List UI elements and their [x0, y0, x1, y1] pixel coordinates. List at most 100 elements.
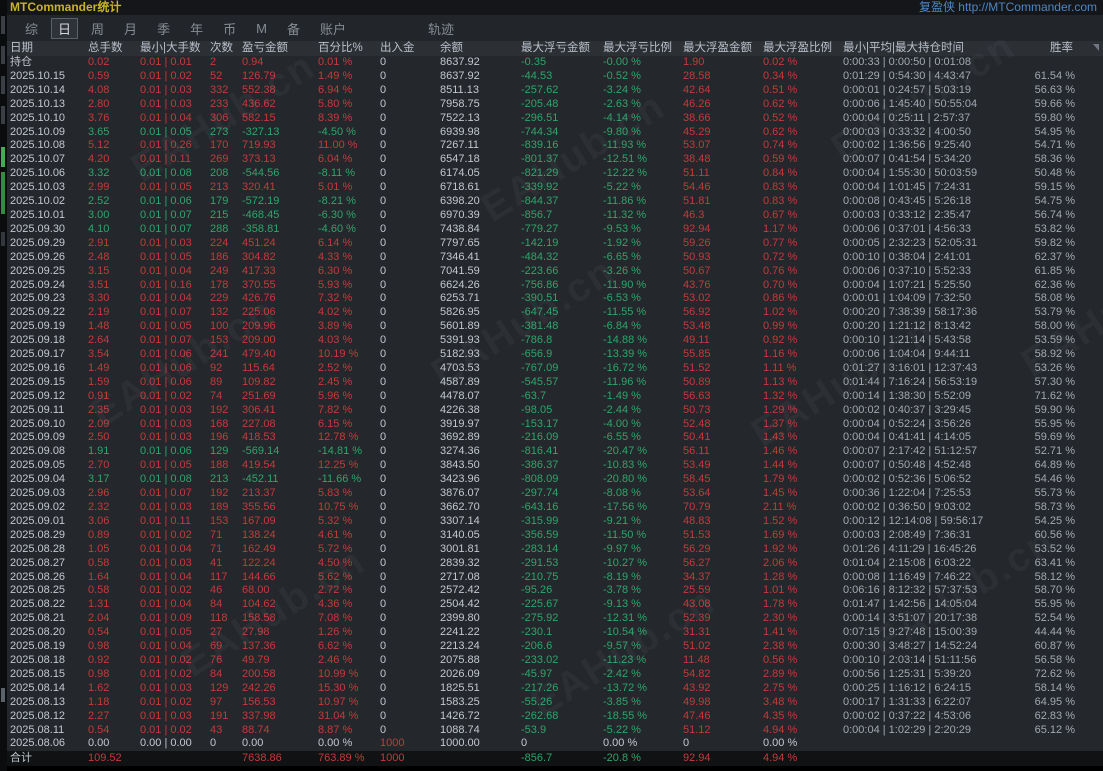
cell: 2.99: [88, 181, 110, 194]
tab-M[interactable]: M: [249, 20, 274, 37]
cell: 2025.10.07: [10, 153, 66, 166]
table-row[interactable]: 2025.09.29 2.91 0.01 | 0.03 224 451.24 6.14 %…: [0, 237, 1103, 251]
cell: 6939.98: [440, 125, 480, 138]
table-row[interactable]: 2025.08.21 2.04 0.01 | 0.09 118 158.58 7.08 %…: [0, 612, 1103, 626]
tab-备[interactable]: 备: [280, 18, 307, 39]
total-row[interactable]: 合计 109.52 7638.86 763.89 % 1000 -856.7 -20.8 %…: [0, 751, 1103, 767]
table-row[interactable]: 2025.08.22 1.31 0.01 | 0.04 84 104.62 4.36 % 0…: [0, 598, 1103, 612]
table-row[interactable]: 2025.09.22 2.19 0.01 | 0.07 132 225.06 4.02 %…: [0, 306, 1103, 320]
table-row[interactable]: 2025.10.02 2.52 0.01 | 0.06 179 -572.19 -8.21…: [0, 195, 1103, 209]
table-row[interactable]: 2025.09.05 2.70 0.01 | 0.05 188 419.54 12.25 …: [0, 459, 1103, 473]
table-row[interactable]: 2025.08.25 0.58 0.01 | 0.02 46 68.00 2.72 % 0 2…: [0, 584, 1103, 598]
tab-月[interactable]: 月: [117, 18, 144, 39]
column-header[interactable]: 次数: [210, 41, 242, 56]
table-row[interactable]: 2025.09.15 1.59 0.01 | 0.06 89 109.82 2.45 % 0…: [0, 376, 1103, 390]
cell: 4.50 %: [318, 556, 353, 569]
table-row[interactable]: 2025.10.15 0.59 0.01 | 0.02 52 126.79 1.49 % 0…: [0, 70, 1103, 84]
cell: 59.80 %: [1034, 111, 1075, 124]
cell: 58.08 %: [1034, 292, 1075, 305]
cell: 0: [380, 570, 387, 583]
table-row[interactable]: 2025.08.14 1.62 0.01 | 0.03 129 242.26 15.30 …: [0, 682, 1103, 696]
table-row[interactable]: 2025.09.25 3.15 0.01 | 0.04 249 417.33 6.30 %…: [0, 265, 1103, 279]
column-header[interactable]: 百分比%: [318, 41, 380, 56]
table-row[interactable]: 2025.09.08 1.91 0.01 | 0.06 129 -569.14 -14.8…: [0, 445, 1103, 459]
tab-季[interactable]: 季: [150, 18, 177, 39]
table-row[interactable]: 2025.08.06 0.00 0.00 | 0.00 0 0.00 0.00 % 1000…: [0, 737, 1103, 751]
table-row[interactable]: 2025.09.11 2.35 0.01 | 0.03 192 306.41 7.82 %…: [0, 404, 1103, 418]
table-row[interactable]: 2025.10.13 2.80 0.01 | 0.03 233 436.62 5.80 %…: [0, 98, 1103, 112]
table-row[interactable]: 2025.08.29 0.89 0.01 | 0.02 71 138.24 4.61 % 0…: [0, 529, 1103, 543]
table-row[interactable]: 2025.08.18 0.92 0.01 | 0.02 76 49.79 2.46 % 0 2…: [0, 654, 1103, 668]
cell: 0: [380, 556, 387, 569]
column-header[interactable]: 最小|大手数: [140, 41, 210, 56]
table-row[interactable]: 2025.08.28 1.05 0.01 | 0.04 71 162.49 5.72 % 0…: [0, 543, 1103, 557]
table-row[interactable]: 2025.10.06 3.32 0.01 | 0.08 208 -544.56 -8.11…: [0, 167, 1103, 181]
cell: 5.72 %: [318, 542, 353, 555]
table-row[interactable]: 2025.09.16 1.49 0.01 | 0.06 92 115.64 2.52 % 0…: [0, 362, 1103, 376]
table-row[interactable]: 2025.08.27 0.58 0.01 | 0.03 41 122.24 4.50 % 0…: [0, 557, 1103, 571]
column-header[interactable]: 最大浮亏金额: [521, 41, 603, 56]
column-header[interactable]: 最大浮盈金额: [683, 41, 763, 56]
table-row[interactable]: 2025.10.03 2.99 0.01 | 0.05 213 320.41 5.01 %…: [0, 181, 1103, 195]
table-row[interactable]: 2025.09.03 2.96 0.01 | 0.07 192 213.37 5.83 %…: [0, 487, 1103, 501]
table-row[interactable]: 2025.09.02 2.32 0.01 | 0.03 189 355.56 10.75 …: [0, 501, 1103, 515]
table-row[interactable]: 2025.09.04 3.17 0.01 | 0.08 213 -452.11 -11.6…: [0, 473, 1103, 487]
table-row[interactable]: 2025.09.01 3.06 0.01 | 0.11 153 167.09 5.32 %…: [0, 515, 1103, 529]
table-row[interactable]: 2025.09.23 3.30 0.01 | 0.04 229 426.76 7.32 %…: [0, 292, 1103, 306]
table-row[interactable]: 2025.10.01 3.00 0.01 | 0.07 215 -468.45 -6.30…: [0, 209, 1103, 223]
table-row[interactable]: 2025.09.19 1.48 0.01 | 0.05 100 209.96 3.89 %…: [0, 320, 1103, 334]
table-row[interactable]: 2025.08.15 0.98 0.01 | 0.02 84 200.58 10.99 %…: [0, 668, 1103, 682]
tab-周[interactable]: 周: [84, 18, 111, 39]
cell: 15.30 %: [318, 681, 359, 694]
table-row[interactable]: 持仓 0.02 0.01 | 0.01 2 0.94 0.01 % 0 8637.92 -0.3…: [0, 56, 1103, 70]
table-row[interactable]: 2025.08.19 0.98 0.01 | 0.04 69 137.36 6.62 % 0…: [0, 640, 1103, 654]
table-row[interactable]: 2025.08.11 0.54 0.01 | 0.02 43 88.74 8.87 % 0 1…: [0, 724, 1103, 738]
cell: 0:00:03 | 0:33:12 | 2:35:47: [843, 208, 972, 221]
column-header[interactable]: 总手数: [88, 41, 140, 56]
column-header[interactable]: 胜率: [1029, 41, 1103, 56]
table-row[interactable]: 2025.08.20 0.54 0.01 | 0.05 27 27.98 1.26 % 0 2…: [0, 626, 1103, 640]
table-row[interactable]: 2025.10.08 5.12 0.01 | 0.26 170 719.93 11.00 …: [0, 139, 1103, 153]
table-row[interactable]: 2025.09.30 4.10 0.01 | 0.07 288 -358.81 -4.60…: [0, 223, 1103, 237]
tab-日[interactable]: 日: [51, 17, 79, 39]
tab-综[interactable]: 综: [18, 18, 45, 39]
table-row[interactable]: 2025.10.09 3.65 0.01 | 0.05 273 -327.13 -4.50…: [0, 126, 1103, 140]
tab-轨迹[interactable]: 轨迹: [421, 18, 461, 39]
vendor-link[interactable]: 复盈侠 http://MTCommander.com: [919, 0, 1097, 15]
table-row[interactable]: 2025.09.24 3.51 0.01 | 0.16 178 370.55 5.93 %…: [0, 279, 1103, 293]
cell: 7638.86: [242, 752, 282, 765]
cell: 0.01 | 0.06: [140, 445, 192, 458]
table-row[interactable]: 2025.08.12 2.27 0.01 | 0.03 191 337.98 31.04 …: [0, 710, 1103, 724]
table-row[interactable]: 2025.10.07 4.20 0.01 | 0.11 269 373.13 6.04 %…: [0, 153, 1103, 167]
cell: -390.51: [521, 292, 559, 305]
cell: 3140.05: [440, 528, 480, 541]
table-row[interactable]: 2025.09.09 2.50 0.01 | 0.03 196 418.53 12.78 …: [0, 431, 1103, 445]
column-menu-arrow[interactable]: [1093, 44, 1099, 51]
table-row[interactable]: 2025.08.13 1.18 0.01 | 0.02 97 156.53 10.97 %…: [0, 696, 1103, 710]
table-row[interactable]: 2025.09.17 3.54 0.01 | 0.06 241 479.40 10.19 …: [0, 348, 1103, 362]
cell: 1.43 %: [763, 431, 798, 444]
cell: 50.89: [683, 375, 711, 388]
table-row[interactable]: 2025.09.10 2.09 0.01 | 0.03 168 227.08 6.15 %…: [0, 418, 1103, 432]
column-header[interactable]: 余额: [440, 41, 521, 56]
table-row[interactable]: 2025.10.10 3.76 0.01 | 0.04 306 582.15 8.39 %…: [0, 112, 1103, 126]
column-header[interactable]: 最大浮盈比例: [763, 41, 843, 56]
table-row[interactable]: 2025.10.14 4.08 0.01 | 0.03 332 552.38 6.94 %…: [0, 84, 1103, 98]
cell: 0.59: [88, 69, 110, 82]
column-header[interactable]: 盈亏金额: [242, 41, 318, 56]
cell: 213.37: [242, 487, 276, 500]
tab-年[interactable]: 年: [183, 18, 210, 39]
column-header[interactable]: 最大浮亏比例: [603, 41, 683, 56]
cell: 0:00:33 | 0:00:50 | 0:01:08: [843, 56, 972, 68]
table-row[interactable]: 2025.09.18 2.64 0.01 | 0.07 153 209.00 4.03 %…: [0, 334, 1103, 348]
table-row[interactable]: 2025.09.12 0.91 0.01 | 0.02 74 251.69 5.96 % 0…: [0, 390, 1103, 404]
cell: 153: [210, 514, 229, 527]
table-row[interactable]: 2025.08.26 1.64 0.01 | 0.04 117 144.66 5.62 %…: [0, 571, 1103, 585]
table-row[interactable]: 2025.09.26 2.48 0.01 | 0.05 186 304.82 4.33 %…: [0, 251, 1103, 265]
column-header[interactable]: 日期: [10, 41, 88, 56]
tab-币[interactable]: 币: [216, 18, 243, 39]
column-header[interactable]: 出入金: [380, 41, 440, 56]
tab-账户[interactable]: 账户: [313, 18, 353, 39]
cell: 1.79 %: [763, 473, 798, 486]
column-header[interactable]: 最小|平均|最大持仓时间: [843, 41, 1029, 56]
